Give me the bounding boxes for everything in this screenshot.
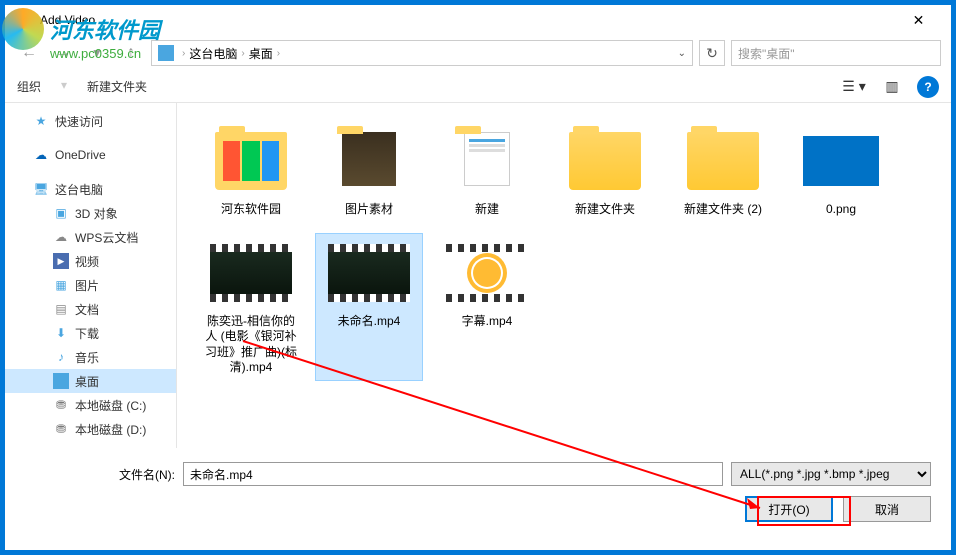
cube-icon: ▣ <box>53 205 69 221</box>
file-label: 0.png <box>826 202 856 218</box>
image-icon: ▦ <box>53 277 69 293</box>
up-button[interactable]: ▼ <box>83 39 111 67</box>
file-thumb <box>564 126 646 196</box>
window-title: Add Video <box>15 13 896 27</box>
cancel-button[interactable]: 取消 <box>843 496 931 522</box>
file-label: 字幕.mp4 <box>462 314 513 330</box>
refresh-button[interactable]: ↻ <box>699 40 725 66</box>
nav-toolbar: ← → ▼ ↑ › 这台电脑 › 桌面 › ⌄ ↻ 搜索"桌面" <box>5 35 951 71</box>
music-icon: ♪ <box>53 349 69 365</box>
file-item[interactable]: 新建文件夹 <box>551 121 659 223</box>
sidebar-item-12[interactable]: ⛃ 本地磁盘 (D:) <box>5 417 176 441</box>
download-icon: ⬇ <box>53 325 69 341</box>
sidebar-item-11[interactable]: ⛃ 本地磁盘 (C:) <box>5 393 176 417</box>
search-input[interactable]: 搜索"桌面" <box>731 40 941 66</box>
file-label: 新建文件夹 <box>575 202 635 218</box>
cloud-blue-icon: ☁ <box>33 147 49 163</box>
up-button[interactable]: ↑ <box>117 39 145 67</box>
file-item[interactable]: 河东软件园 <box>197 121 305 223</box>
sidebar-item-label: 快速访问 <box>55 113 103 130</box>
video-icon: ▶ <box>53 253 69 269</box>
close-button[interactable]: ✕ <box>896 5 941 35</box>
star-icon: ★ <box>33 113 49 129</box>
breadcrumb-item[interactable]: 桌面 <box>249 45 273 62</box>
file-thumb <box>210 238 292 308</box>
file-label: 未命名.mp4 <box>338 314 401 330</box>
desktop-icon <box>53 373 69 389</box>
sidebar-item-label: 文档 <box>75 301 99 318</box>
breadcrumb[interactable]: › 这台电脑 › 桌面 › ⌄ <box>151 40 693 66</box>
sidebar-item-9[interactable]: ♪ 音乐 <box>5 345 176 369</box>
sidebar-item-8[interactable]: ⬇ 下载 <box>5 321 176 345</box>
titlebar: Add Video ✕ <box>5 5 951 35</box>
sidebar-item-4[interactable]: ☁ WPS云文档 <box>5 225 176 249</box>
sidebar-item-5[interactable]: ▶ 视频 <box>5 249 176 273</box>
sidebar-item-6[interactable]: ▦ 图片 <box>5 273 176 297</box>
open-button[interactable]: 打开(O) <box>745 496 833 522</box>
file-dialog-window: Add Video ✕ ← → ▼ ↑ › 这台电脑 › 桌面 › ⌄ ↻ 搜索… <box>5 5 951 550</box>
command-toolbar: 组织 ▾ 新建文件夹 ☰ ▾ ▥ ? <box>5 71 951 103</box>
sidebar-item-7[interactable]: ▤ 文档 <box>5 297 176 321</box>
breadcrumb-item[interactable]: 这台电脑 <box>189 45 237 62</box>
file-thumb <box>800 126 882 196</box>
sidebar-item-label: OneDrive <box>55 148 106 162</box>
file-item[interactable]: 陈奕迅-相信你的人 (电影《银河补习班》推广曲)(标清).mp4 <box>197 233 305 381</box>
sidebar-item-label: WPS云文档 <box>75 229 138 246</box>
sidebar-item-label: 这台电脑 <box>55 181 103 198</box>
file-item[interactable]: 新建文件夹 (2) <box>669 121 777 223</box>
filename-label: 文件名(N): <box>25 466 175 483</box>
file-thumb <box>446 126 528 196</box>
disk-icon: ⛃ <box>53 397 69 413</box>
breadcrumb-icon <box>158 45 174 61</box>
view-large-icon[interactable]: ☰ ▾ <box>841 76 867 98</box>
sidebar-item-0[interactable]: ★ 快速访问 <box>5 109 176 133</box>
file-thumb <box>446 238 528 308</box>
back-button[interactable]: ← <box>15 39 43 67</box>
file-thumb <box>682 126 764 196</box>
sidebar-item-2[interactable]: 🖥 这台电脑 <box>5 177 176 201</box>
filename-input[interactable] <box>183 462 723 486</box>
filetype-select[interactable]: ALL(*.png *.jpg *.bmp *.jpeg <box>731 462 931 486</box>
file-label: 河东软件园 <box>221 202 281 218</box>
pc-icon: 🖥 <box>33 181 49 197</box>
file-item[interactable]: 未命名.mp4 <box>315 233 423 381</box>
forward-button[interactable]: → <box>49 39 77 67</box>
dialog-footer: 文件名(N): ALL(*.png *.jpg *.bmp *.jpeg 打开(… <box>5 448 951 536</box>
file-thumb <box>328 238 410 308</box>
sidebar-item-label: 本地磁盘 (D:) <box>75 421 146 438</box>
sidebar-item-3[interactable]: ▣ 3D 对象 <box>5 201 176 225</box>
sidebar-item-10[interactable]: 桌面 <box>5 369 176 393</box>
sidebar-item-label: 下载 <box>75 325 99 342</box>
breadcrumb-dropdown[interactable]: ⌄ <box>678 48 686 59</box>
cloud-gray-icon: ☁ <box>53 229 69 245</box>
sidebar-item-label: 音乐 <box>75 349 99 366</box>
file-grid: 河东软件园 图片素材 新建 新建文件夹 新建文件夹 (2) 0.png 陈奕迅-相信你的人 … <box>177 103 951 448</box>
sidebar-item-1[interactable]: ☁ OneDrive <box>5 143 176 167</box>
file-item[interactable]: 0.png <box>787 121 895 223</box>
sidebar-item-label: 视频 <box>75 253 99 270</box>
file-item[interactable]: 图片素材 <box>315 121 423 223</box>
file-item[interactable]: 新建 <box>433 121 541 223</box>
help-button[interactable]: ? <box>917 76 939 98</box>
file-label: 陈奕迅-相信你的人 (电影《银河补习班》推广曲)(标清).mp4 <box>202 314 300 376</box>
sidebar: ★ 快速访问 ☁ OneDrive 🖥 这台电脑 ▣ 3D 对象 ☁ WPS云文档 ▶ 视频 ▦ 图片 ▤ 文… <box>5 103 177 448</box>
view-details-icon[interactable]: ▥ <box>879 76 905 98</box>
new-folder-button[interactable]: 新建文件夹 <box>87 78 147 95</box>
file-thumb <box>328 126 410 196</box>
organize-menu[interactable]: 组织 <box>17 78 41 95</box>
sidebar-item-label: 本地磁盘 (C:) <box>75 397 146 414</box>
sidebar-item-label: 桌面 <box>75 373 99 390</box>
file-thumb <box>210 126 292 196</box>
file-item[interactable]: 字幕.mp4 <box>433 233 541 381</box>
file-label: 新建 <box>475 202 499 218</box>
file-label: 图片素材 <box>345 202 393 218</box>
doc-icon: ▤ <box>53 301 69 317</box>
disk-icon: ⛃ <box>53 421 69 437</box>
file-label: 新建文件夹 (2) <box>684 202 762 218</box>
sidebar-item-label: 3D 对象 <box>75 205 118 222</box>
sidebar-item-label: 图片 <box>75 277 99 294</box>
